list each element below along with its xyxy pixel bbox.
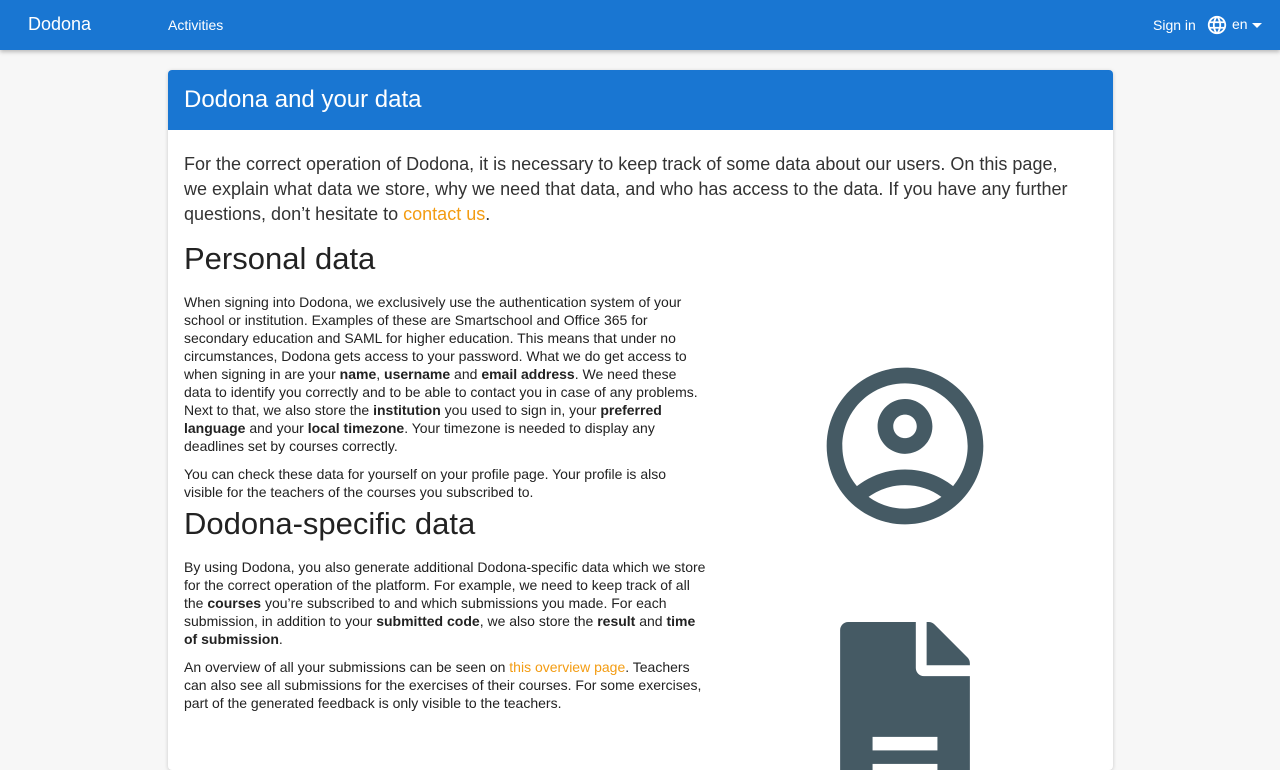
intro-paragraph: For the correct operation of Dodona, it … xyxy=(184,152,1084,227)
timezone-term: local timezone xyxy=(307,420,405,436)
courses-term: courses xyxy=(207,595,262,611)
account-circle-icon xyxy=(811,352,999,545)
name-term: name xyxy=(339,366,377,382)
brand-logo[interactable]: Dodona xyxy=(28,14,91,35)
specific-text-4: and xyxy=(635,613,667,629)
intro-text-end: . xyxy=(485,204,491,224)
result-term: result xyxy=(597,613,636,629)
dodona-specific-data-heading: Dodona-specific data xyxy=(184,506,476,541)
personal-text-3: and xyxy=(450,366,482,382)
contact-us-link[interactable]: contact us xyxy=(403,204,485,224)
submitted-code-term: submitted code xyxy=(376,613,480,629)
top-navbar: Dodona Activities Sign in en xyxy=(0,0,1280,50)
personal-data-paragraph: When signing into Dodona, we exclusively… xyxy=(184,293,706,455)
username-term: username xyxy=(384,366,451,382)
overview-page-link[interactable]: this overview page xyxy=(509,659,625,675)
submissions-paragraph: An overview of all your submissions can … xyxy=(184,658,706,712)
personal-text-6: and your xyxy=(245,420,308,436)
email-term: email address xyxy=(481,366,575,382)
caret-down-icon xyxy=(1251,22,1262,29)
language-dropdown[interactable]: en xyxy=(1206,13,1262,37)
submissions-text-1: An overview of all your submissions can … xyxy=(184,659,510,675)
institution-term: institution xyxy=(373,402,441,418)
personal-text-5: you used to sign in, your xyxy=(440,402,601,418)
personal-text-2: , xyxy=(376,366,385,382)
globe-icon xyxy=(1206,14,1228,36)
document-icon xyxy=(840,622,970,770)
data-policy-card: Dodona and your data For the correct ope… xyxy=(168,70,1113,770)
specific-text-3: , we also store the xyxy=(479,613,598,629)
page-title: Dodona and your data xyxy=(168,70,1113,130)
sign-in-link[interactable]: Sign in xyxy=(1153,17,1196,33)
personal-data-heading: Personal data xyxy=(184,241,376,276)
intro-text: For the correct operation of Dodona, it … xyxy=(184,154,1068,224)
nav-activities-link[interactable]: Activities xyxy=(168,17,223,33)
language-label: en xyxy=(1232,16,1248,32)
specific-text-5: . xyxy=(278,631,283,647)
profile-paragraph: You can check these data for yourself on… xyxy=(184,466,667,500)
dodona-specific-paragraph: By using Dodona, you also generate addit… xyxy=(184,558,706,648)
